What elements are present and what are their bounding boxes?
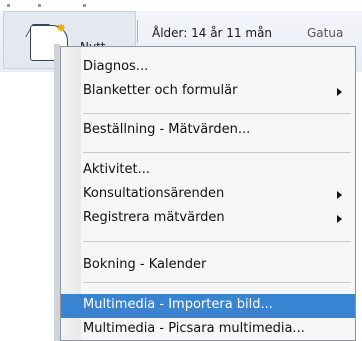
menu-item-diagnos[interactable]: Diagnos... bbox=[61, 56, 355, 80]
menu-item-konsultation[interactable]: Konsultationsärenden bbox=[61, 183, 355, 207]
menu-item-label: Konsultationsärenden bbox=[83, 186, 225, 201]
menu-item-aktivitet[interactable]: Aktivitet... bbox=[61, 159, 355, 183]
dot-icon bbox=[7, 4, 10, 7]
menu-item-label: Multimedia - Importera bild... bbox=[83, 297, 273, 312]
street-label: Gatua bbox=[307, 26, 344, 40]
submenu-arrow-icon bbox=[337, 88, 342, 96]
menu-item-bokning[interactable]: Bokning - Kalender bbox=[61, 254, 355, 278]
menu-item-blanketter[interactable]: Blanketter och formulär bbox=[61, 80, 355, 104]
menu-item-registrera[interactable]: Registrera mätvärden bbox=[61, 207, 355, 231]
menu-divider bbox=[83, 152, 351, 153]
menu-item-label: Bokning - Kalender bbox=[83, 257, 207, 272]
submenu-arrow-icon bbox=[337, 191, 342, 199]
menu-item-label: Beställning - Mätvärden... bbox=[83, 122, 251, 137]
menu-item-label: Multimedia - Picsara multimedia... bbox=[83, 321, 305, 336]
context-menu: Diagnos... Blanketter och formulär Bestä… bbox=[60, 46, 356, 341]
menu-divider bbox=[83, 241, 351, 242]
menu-item-label: Registrera mätvärden bbox=[83, 210, 225, 225]
dot-icon bbox=[83, 4, 86, 7]
menu-item-multimedia-picsara[interactable]: Multimedia - Picsara multimedia... bbox=[61, 318, 355, 340]
star-icon: ✸ bbox=[56, 21, 67, 35]
menu-item-label: Blanketter och formulär bbox=[83, 83, 238, 98]
menu-item-label: Aktivitet... bbox=[83, 162, 151, 177]
toolbar-top-strip bbox=[0, 0, 362, 11]
menu-item-label: Diagnos... bbox=[83, 59, 149, 74]
patient-age: Ålder: 14 år 11 mån bbox=[152, 26, 273, 40]
toolbar-separator bbox=[137, 20, 138, 42]
menu-divider bbox=[83, 282, 351, 283]
menu-item-multimedia-import[interactable]: Multimedia - Importera bild... bbox=[61, 294, 355, 318]
menu-item-bestallning[interactable]: Beställning - Mätvärden... bbox=[61, 119, 355, 143]
menu-divider bbox=[83, 113, 351, 114]
submenu-arrow-icon bbox=[337, 215, 342, 223]
dot-icon bbox=[38, 4, 41, 7]
